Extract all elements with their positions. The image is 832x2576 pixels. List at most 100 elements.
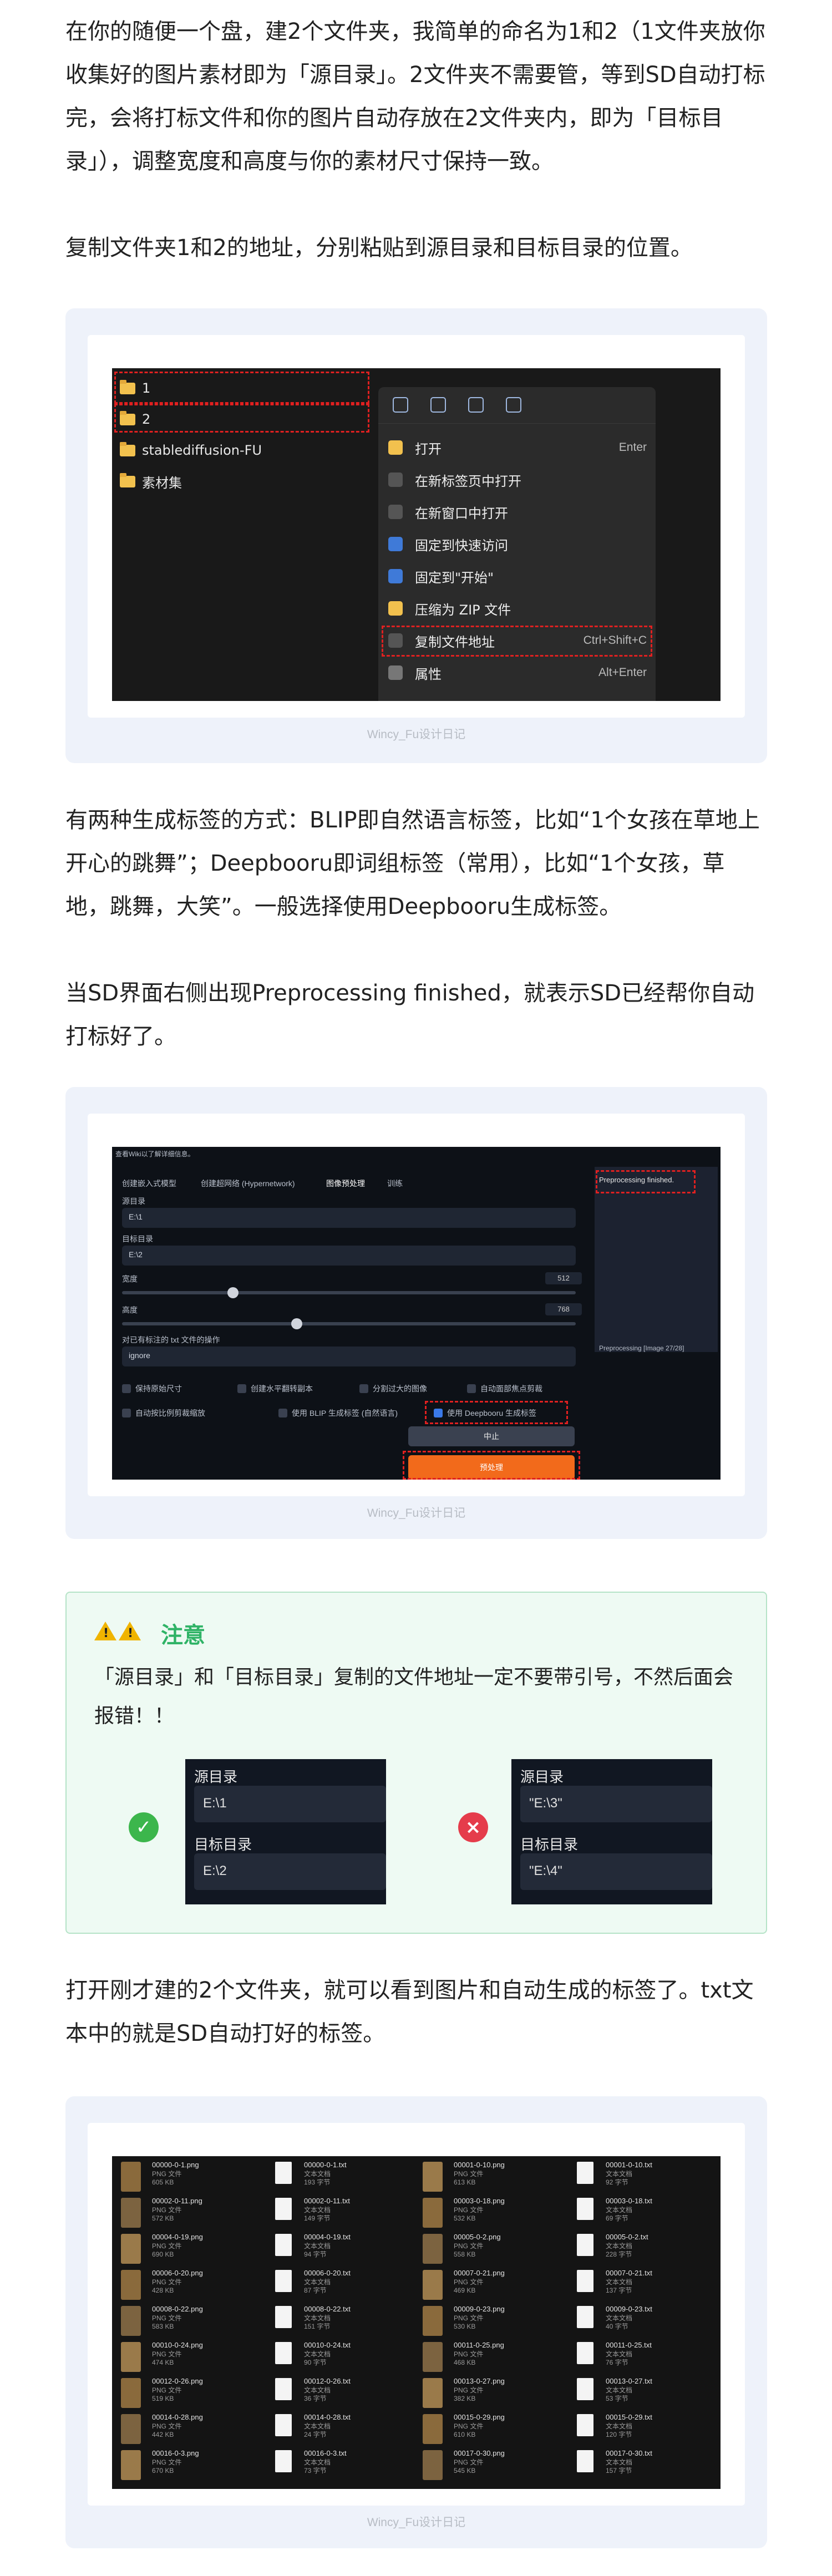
file-name: 00015-0-29.txt [606, 2413, 652, 2421]
file-type: 文本文档 [606, 2458, 633, 2466]
highlight-box [403, 1451, 580, 1480]
width-number[interactable]: 512 [545, 1272, 582, 1284]
target-dir-input[interactable]: E:\2 [122, 1246, 576, 1266]
file-type: 文本文档 [304, 2458, 331, 2466]
file-item[interactable]: 00010-0-24.png PNG 文件 474 KB [121, 2340, 265, 2376]
flip-checkbox[interactable]: 创建水平翻转副本 [237, 1383, 313, 1394]
menu-item-pin-start[interactable]: 固定到"开始" [388, 560, 647, 592]
auto-resize-checkbox[interactable]: 自动按比例剪裁缩放 [122, 1408, 205, 1419]
file-item[interactable]: 00010-0-24.txt 文本文档 90 字节 [273, 2340, 417, 2376]
source-dir-input[interactable]: E:\1 [122, 1208, 576, 1228]
width-slider[interactable] [122, 1287, 576, 1298]
file-item[interactable]: 00012-0-26.png PNG 文件 519 KB [121, 2376, 265, 2412]
file-item[interactable]: 00004-0-19.png PNG 文件 690 KB [121, 2232, 265, 2268]
file-type: PNG 文件 [152, 2242, 182, 2250]
image-caption: Wincy_Fu设计日记 [367, 2516, 466, 2529]
file-item[interactable]: 00015-0-29.png PNG 文件 610 KB [423, 2412, 567, 2448]
file-item[interactable]: 00006-0-20.txt 文本文档 87 字节 [273, 2268, 417, 2304]
file-name: 00013-0-27.png [454, 2377, 505, 2385]
file-item[interactable]: 00007-0-21.png PNG 文件 469 KB [423, 2268, 567, 2304]
height-slider[interactable] [122, 1318, 576, 1329]
file-item[interactable]: 00009-0-23.txt 文本文档 40 字节 [575, 2304, 719, 2340]
interrupt-button[interactable]: 中止 [408, 1426, 575, 1446]
focal-crop-checkbox[interactable]: 自动面部焦点剪裁 [467, 1383, 542, 1394]
file-item[interactable]: 00017-0-30.txt 文本文档 157 字节 [575, 2448, 719, 2484]
file-name: 00006-0-20.png [152, 2269, 203, 2277]
file-item[interactable]: 00001-0-10.png PNG 文件 613 KB [423, 2160, 567, 2196]
preprocessing-paragraph: 当SD界面右侧出现Preprocessing finished，就表示SD已经帮… [65, 980, 755, 1049]
menu-item-open[interactable]: 打开 Enter [388, 431, 647, 464]
check-icon: ✓ [129, 1812, 159, 1842]
file-item[interactable]: 00013-0-27.png PNG 文件 382 KB [423, 2376, 567, 2412]
text-file-icon [577, 2342, 593, 2364]
tab-preprocess[interactable]: 图像预处理 [326, 1178, 365, 1189]
file-item[interactable]: 00014-0-28.txt 文本文档 24 字节 [273, 2412, 417, 2448]
tab-hypernetwork[interactable]: 创建超网络 (Hypernetwork) [201, 1178, 295, 1189]
keep-size-checkbox[interactable]: 保持原始尺寸 [122, 1383, 182, 1394]
split-checkbox[interactable]: 分割过大的图像 [359, 1383, 427, 1394]
file-size: 558 KB [454, 2250, 476, 2258]
file-item[interactable]: 00004-0-19.txt 文本文档 94 字节 [273, 2232, 417, 2268]
menu-item-open-new-window[interactable]: 在新窗口中打开 [388, 496, 647, 528]
cut-icon[interactable] [393, 397, 408, 413]
file-name: 00002-0-11.txt [304, 2197, 350, 2205]
tab-train[interactable]: 训练 [387, 1178, 403, 1189]
file-item[interactable]: 00012-0-26.txt 文本文档 36 字节 [273, 2376, 417, 2412]
file-item[interactable]: 00009-0-23.png PNG 文件 530 KB [423, 2304, 567, 2340]
file-item[interactable]: 00002-0-11.png PNG 文件 572 KB [121, 2196, 265, 2232]
menu-item-properties[interactable]: 属性 Alt+Enter [388, 657, 647, 689]
file-size: 40 字节 [606, 2323, 628, 2330]
text-file-icon [275, 2378, 292, 2400]
menu-item-pin-quick-access[interactable]: 固定到快速访问 [388, 528, 647, 560]
file-item[interactable]: 00000-0-1.png PNG 文件 605 KB [121, 2160, 265, 2196]
file-size: 468 KB [454, 2359, 476, 2366]
file-item[interactable]: 00011-0-25.png PNG 文件 468 KB [423, 2340, 567, 2376]
file-size: 572 KB [152, 2214, 174, 2222]
text-file-icon [275, 2162, 292, 2184]
folder-row[interactable]: 素材集 [120, 468, 182, 495]
file-type: PNG 文件 [454, 2278, 484, 2286]
file-item[interactable]: 00016-0-3.png PNG 文件 670 KB [121, 2448, 265, 2484]
file-size: 53 字节 [606, 2395, 628, 2402]
file-item[interactable]: 00005-0-2.txt 文本文档 228 字节 [575, 2232, 719, 2268]
file-item[interactable]: 00008-0-22.png PNG 文件 583 KB [121, 2304, 265, 2340]
sd-screenshot: 查看Wiki以了解详细信息。 创建嵌入式模型 创建超网络 (Hypernetwo… [112, 1147, 721, 1480]
file-type: 文本文档 [304, 2314, 331, 2322]
file-item[interactable]: 00008-0-22.txt 文本文档 151 字节 [273, 2304, 417, 2340]
rename-icon[interactable] [468, 397, 484, 413]
notice-box: ! ! 注意 「源目录」和「目标目录」复制的文件地址一定不要带引号，不然后面会报… [65, 1592, 767, 1934]
file-size: 530 KB [454, 2323, 476, 2330]
file-item[interactable]: 00005-0-2.png PNG 文件 558 KB [423, 2232, 567, 2268]
file-item[interactable]: 00003-0-18.png PNG 文件 532 KB [423, 2196, 567, 2232]
delete-icon[interactable] [506, 397, 521, 413]
image-caption: Wincy_Fu设计日记 [367, 728, 466, 741]
file-item[interactable]: 00007-0-21.txt 文本文档 137 字节 [575, 2268, 719, 2304]
image-thumbnail [121, 2378, 141, 2408]
file-item[interactable]: 00015-0-29.txt 文本文档 120 字节 [575, 2412, 719, 2448]
file-item[interactable]: 00000-0-1.txt 文本文档 193 字节 [273, 2160, 417, 2196]
file-item[interactable]: 00002-0-11.txt 文本文档 149 字节 [273, 2196, 417, 2232]
file-item[interactable]: 00011-0-25.txt 文本文档 76 字节 [575, 2340, 719, 2376]
file-item[interactable]: 00014-0-28.png PNG 文件 442 KB [121, 2412, 265, 2448]
folder-row[interactable]: stablediffusion-FU [120, 437, 262, 464]
menu-item-open-new-tab[interactable]: 在新标签页中打开 [388, 464, 647, 496]
file-size: 90 字节 [304, 2359, 327, 2366]
file-type: PNG 文件 [454, 2314, 484, 2322]
txt-action-select[interactable]: ignore [122, 1347, 576, 1366]
file-item[interactable]: 00016-0-3.txt 文本文档 73 字节 [273, 2448, 417, 2484]
file-type: PNG 文件 [454, 2422, 484, 2430]
file-name: 00008-0-22.txt [304, 2305, 351, 2313]
file-item[interactable]: 00006-0-20.png PNG 文件 428 KB [121, 2268, 265, 2304]
text-file-icon [275, 2450, 292, 2472]
file-item[interactable]: 00001-0-10.txt 文本文档 92 字节 [575, 2160, 719, 2196]
copy-icon[interactable] [430, 397, 446, 413]
menu-item-zip[interactable]: 压缩为 ZIP 文件 [388, 592, 647, 624]
file-item[interactable]: 00013-0-27.txt 文本文档 53 字节 [575, 2376, 719, 2412]
tab-embedding[interactable]: 创建嵌入式模型 [122, 1178, 176, 1189]
height-number[interactable]: 768 [545, 1303, 582, 1315]
blip-checkbox[interactable]: 使用 BLIP 生成标签 (自然语言) [278, 1408, 398, 1419]
image-thumbnail [423, 2270, 443, 2300]
file-item[interactable]: 00003-0-18.txt 文本文档 69 字节 [575, 2196, 719, 2232]
wrench-icon [388, 665, 403, 680]
file-item[interactable]: 00017-0-30.png PNG 文件 545 KB [423, 2448, 567, 2484]
